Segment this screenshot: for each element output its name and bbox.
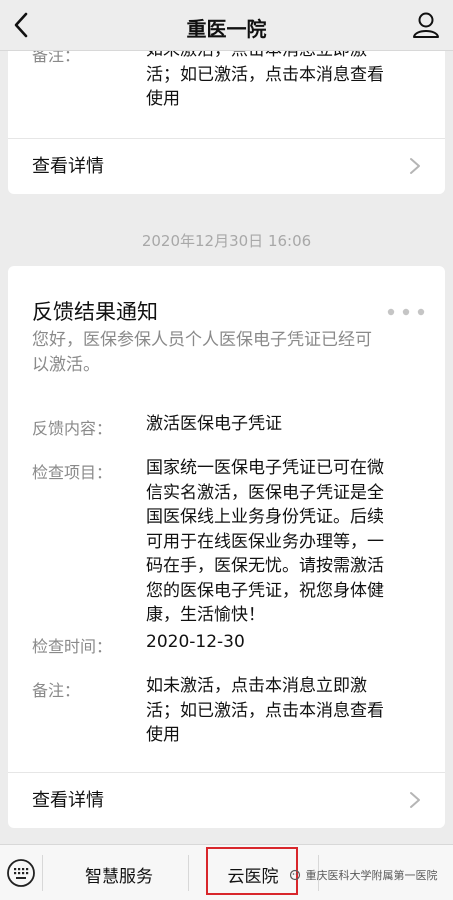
keyboard-icon[interactable]	[6, 858, 36, 888]
field-line: 信实名激活，医保电子凭证是全	[146, 482, 384, 503]
field-value-note: 如未激活，点击本消息立即激 活；如已激活，点击本消息查看 使用	[146, 674, 421, 748]
intro-line: 以激活。	[32, 355, 100, 375]
field-value-check-item: 国家统一医保电子凭证已可在微 信实名激活，医保电子凭证是全 国医保线上业务身份凭…	[146, 456, 421, 628]
chevron-right-icon	[410, 158, 420, 174]
field-label-check-item: 检查项目：	[32, 463, 113, 482]
field-label-check-time: 检查时间：	[32, 637, 113, 656]
menu-smart-service[interactable]: 智慧服务	[50, 862, 188, 887]
watermark: 重庆医科大学附属第一医院	[289, 867, 438, 883]
view-details-button[interactable]: 查看详情	[8, 772, 445, 828]
field-line: 2020-12-30	[146, 632, 245, 652]
field-label-note: 备注：	[32, 681, 81, 700]
wechat-icon	[289, 869, 301, 881]
field-line: 活；如已激活，点击本消息查看	[146, 700, 384, 721]
view-details-label: 查看详情	[32, 156, 104, 177]
top-bar: 重医一院	[0, 0, 453, 51]
field-line: 国医保线上业务身份凭证。后续	[146, 507, 384, 527]
view-details-button[interactable]: 查看详情	[8, 138, 445, 194]
field-line: 码在手，医保无忧。请按需激活	[146, 556, 384, 576]
intro-line: 您好，医保参保人员个人医保电子凭证已经可	[32, 330, 372, 350]
previous-message-card[interactable]: 备注： 如未激活，点击本消息立即激 活；如已激活，点击本消息查看 使用 查看详情	[8, 30, 445, 194]
field-value-check-time: 2020-12-30	[146, 630, 421, 655]
view-details-label: 查看详情	[32, 790, 104, 811]
chevron-right-icon	[410, 792, 420, 808]
menu-separator	[42, 855, 43, 891]
card-title: 反馈结果通知	[32, 300, 158, 324]
bottom-menu-bar: 智慧服务 云医院 ... 重庆医科大学附属第一医院	[0, 844, 453, 900]
field-line: 您的医保电子凭证，祝您身体健	[146, 580, 384, 601]
note-line: 使用	[146, 89, 180, 109]
field-line: 使用	[146, 725, 180, 745]
note-line: 活；如已激活，点击本消息查看	[146, 64, 384, 85]
field-line: 康，生活愉快！	[146, 605, 265, 625]
highlight-box	[206, 847, 298, 895]
field-line: 如未激活，点击本消息立即激	[146, 676, 367, 696]
feedback-message-card[interactable]: 反馈结果通知 您好，医保参保人员个人医保电子凭证已经可 以激活。 反馈内容： 激…	[8, 266, 445, 828]
watermark-text: 重庆医科大学附属第一医院	[305, 869, 438, 882]
user-icon[interactable]	[411, 10, 441, 40]
field-line: 激活医保电子凭证	[146, 414, 282, 434]
message-timestamp: 2020年12月30日 16:06	[141, 232, 312, 250]
menu-separator	[188, 855, 189, 891]
field-line: 国家统一医保电子凭证已可在微	[146, 458, 384, 478]
field-line: 可用于在线医保业务办理等，一	[146, 531, 384, 552]
field-value-feedback-content: 激活医保电子凭证	[146, 412, 421, 437]
field-label-feedback-content: 反馈内容：	[32, 419, 113, 438]
card-intro: 您好，医保参保人员个人医保电子凭证已经可 以激活。	[32, 328, 427, 378]
page-title: 重医一院	[186, 17, 267, 41]
more-dots-icon[interactable]	[385, 308, 427, 316]
